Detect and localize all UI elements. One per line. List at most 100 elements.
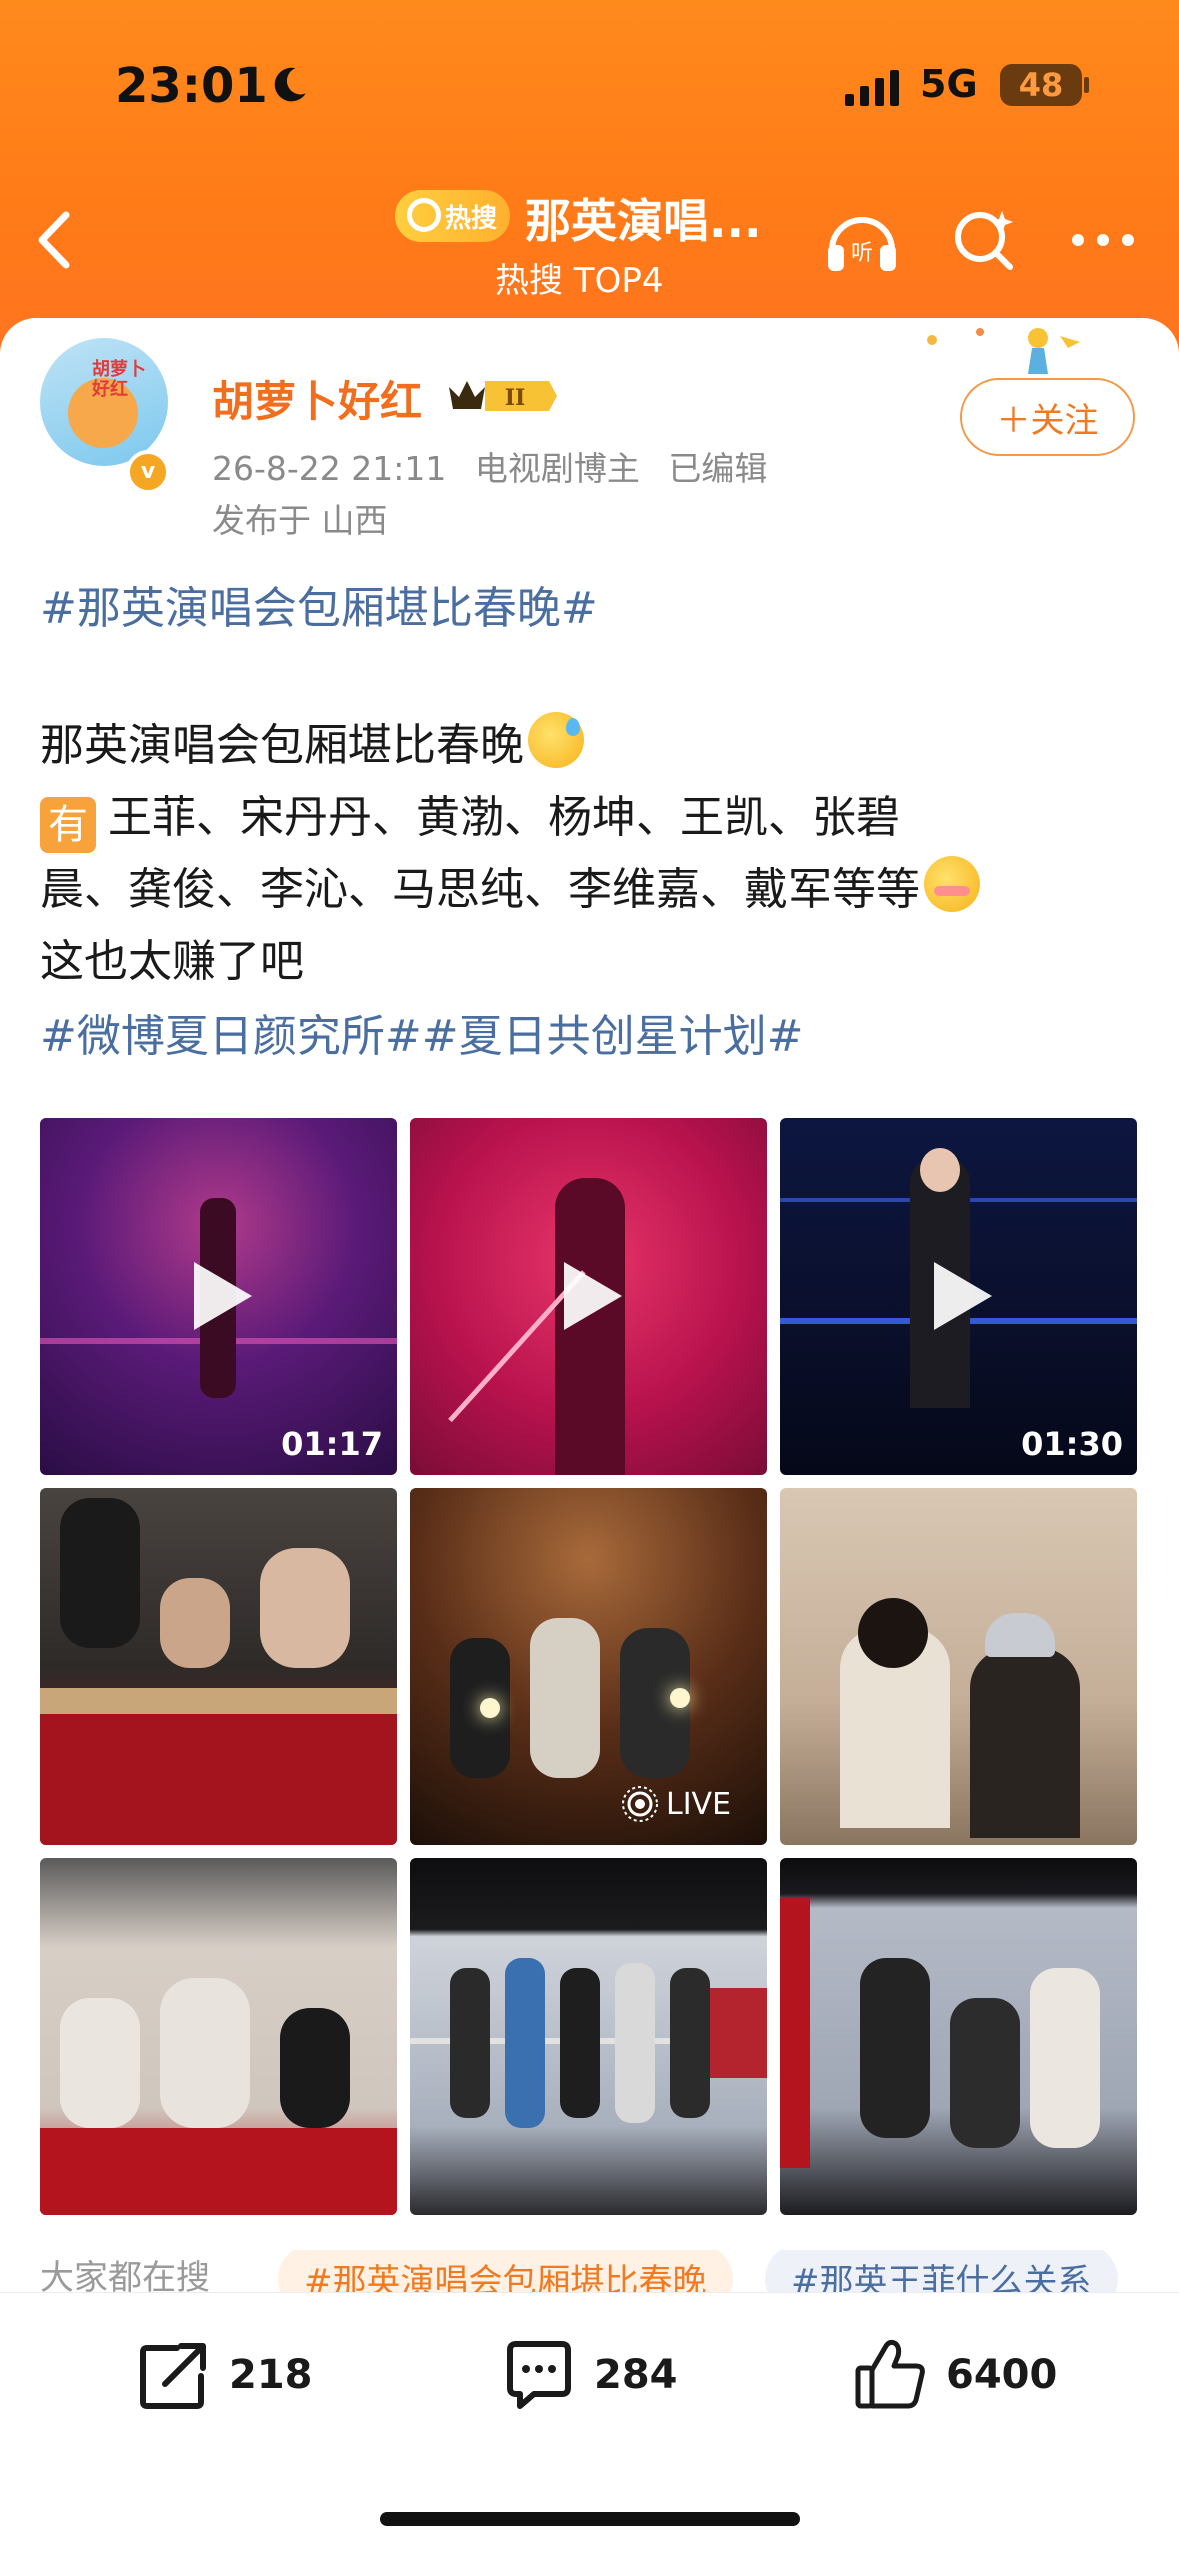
related-search-label: 大家都在搜 <box>40 2258 210 2292</box>
media-tile-6[interactable] <box>780 1488 1137 1845</box>
post-line-3: 晨、龚俊、李沁、马思纯、李维嘉、戴军等等 <box>40 854 1140 926</box>
video-duration: 01:30 <box>1021 1425 1123 1463</box>
rank-badge-icon: II <box>449 381 557 411</box>
you-badge: 有 <box>40 797 96 853</box>
media-tile-9[interactable] <box>780 1858 1137 2215</box>
back-icon[interactable] <box>30 205 80 275</box>
share-button[interactable]: 218 <box>135 2335 313 2415</box>
battery-cap <box>1084 77 1089 93</box>
avatar-text: 胡萝卜好红 <box>92 359 146 400</box>
person-figure <box>530 1618 600 1778</box>
hot-search-badge: 热搜 <box>395 190 510 242</box>
post-location: 发布于 山西 <box>212 501 388 540</box>
network-label: 5G <box>920 62 978 106</box>
cap <box>985 1613 1055 1657</box>
post-meta: 26-8-22 21:11 电视剧博主 已编辑 <box>212 442 785 490</box>
post-hashtag-topics[interactable]: #微博夏日颜究所##夏日共创星计划# <box>40 1000 803 1064</box>
edited-label: 已编辑 <box>668 449 768 488</box>
person-figure <box>950 1998 1020 2148</box>
banner <box>780 1898 810 2168</box>
comment-button[interactable]: 284 <box>500 2335 678 2415</box>
share-count: 218 <box>229 2352 313 2398</box>
svg-text:听: 听 <box>851 241 873 266</box>
rank-label: II <box>505 385 526 411</box>
play-icon[interactable] <box>190 1258 256 1334</box>
author-name[interactable]: 胡萝卜好红 <box>212 368 422 429</box>
related-search-strip: 大家都在搜 #那英演唱会包厢堪比春晚 #那英王菲什么关系 <box>0 2250 1179 2292</box>
person-figure <box>160 1978 250 2128</box>
status-bar: 23:01 5G 48 <box>0 0 1179 175</box>
post-hashtag-title[interactable]: #那英演唱会包厢堪比春晚# <box>40 572 598 636</box>
follow-button[interactable]: ＋关注 <box>960 378 1135 456</box>
comment-icon <box>507 2341 571 2409</box>
post-date: 26-8-22 21:11 <box>212 449 447 488</box>
post-line-3-text: 晨、龚俊、李沁、马思纯、李维嘉、戴军等等 <box>40 864 920 915</box>
person-figure <box>970 1648 1080 1838</box>
post-line-2-text: 王菲、宋丹丹、黄渤、杨坤、王凯、张碧 <box>108 792 900 843</box>
person-figure <box>450 1968 490 2118</box>
hot-search-label: 热搜 <box>445 203 498 234</box>
light-stick <box>480 1698 500 1718</box>
media-tile-3[interactable]: 01:30 <box>780 1118 1137 1475</box>
headphones-icon[interactable]: 听 <box>822 205 902 275</box>
media-tile-1[interactable]: 01:17 <box>40 1118 397 1475</box>
live-label: LIVE <box>666 1786 732 1822</box>
banner <box>710 1988 767 2078</box>
person-figure <box>60 1998 140 2128</box>
share-icon <box>140 2343 206 2409</box>
post-line-1: 那英演唱会包厢堪比春晚 <box>40 710 1140 782</box>
media-tile-5[interactable]: LIVE <box>410 1488 767 1845</box>
post-line-2: 有王菲、宋丹丹、黄渤、杨坤、王凯、张碧 <box>40 782 1140 854</box>
author-role: 电视剧博主 <box>474 449 640 488</box>
live-icon <box>622 1786 658 1822</box>
signal-icon <box>845 70 899 106</box>
like-button[interactable]: 6400 <box>852 2335 1057 2415</box>
post-line-4: 这也太赚了吧 <box>40 936 304 987</box>
header: 23:01 5G 48 热搜 那英演唱... 热搜 TOP4 听 <box>0 0 1179 360</box>
performer-head <box>920 1148 960 1192</box>
table-ledge <box>40 1688 397 1714</box>
related-search-chip[interactable]: #那英王菲什么关系 <box>765 2250 1118 2292</box>
decoration-icon <box>927 328 1080 374</box>
person-figure <box>260 1548 350 1668</box>
related-search-chip[interactable]: #那英演唱会包厢堪比春晚 <box>278 2250 733 2292</box>
play-icon[interactable] <box>560 1258 626 1334</box>
status-time: 23:01 <box>115 58 268 114</box>
comment-count: 284 <box>594 2352 678 2398</box>
thumbs-up-icon <box>855 2339 925 2409</box>
post-line-1-text: 那英演唱会包厢堪比春晚 <box>40 720 524 771</box>
person-head <box>858 1598 928 1668</box>
more-icon[interactable] <box>1068 230 1138 250</box>
person-figure <box>60 1498 140 1648</box>
play-icon[interactable] <box>930 1258 996 1334</box>
nav-title[interactable]: 那英演唱... <box>525 185 761 251</box>
home-indicator[interactable] <box>380 2512 800 2526</box>
media-tile-8[interactable] <box>410 1858 767 2215</box>
person-figure <box>670 1968 710 2118</box>
person-figure <box>860 1958 930 2138</box>
person-figure <box>1030 1968 1100 2148</box>
red-seats <box>40 1708 397 1845</box>
media-tile-2[interactable] <box>410 1118 767 1475</box>
person-figure <box>505 1958 545 2128</box>
nav-subtitle[interactable]: 热搜 TOP4 <box>495 253 663 302</box>
media-tile-4[interactable] <box>40 1488 397 1845</box>
person-figure <box>160 1578 230 1668</box>
person-figure <box>280 2008 350 2128</box>
moon-icon <box>274 67 306 102</box>
red-seats <box>40 2128 397 2215</box>
verified-icon: v <box>126 450 170 494</box>
media-tile-7[interactable] <box>40 1858 397 2215</box>
like-count: 6400 <box>946 2352 1058 2398</box>
shy-emoji-icon <box>924 856 980 912</box>
avatar[interactable]: 胡萝卜好红 <box>40 338 168 466</box>
search-icon[interactable] <box>950 205 1020 275</box>
video-duration: 01:17 <box>281 1425 383 1463</box>
hot-search-icon <box>407 198 441 232</box>
nav-bar: 热搜 那英演唱... 热搜 TOP4 听 <box>0 175 1179 320</box>
person-figure <box>615 1963 655 2123</box>
battery-icon: 48 <box>1000 64 1082 106</box>
person-figure <box>560 1968 600 2118</box>
light-stick <box>670 1688 690 1708</box>
live-badge: LIVE <box>620 1781 731 1827</box>
